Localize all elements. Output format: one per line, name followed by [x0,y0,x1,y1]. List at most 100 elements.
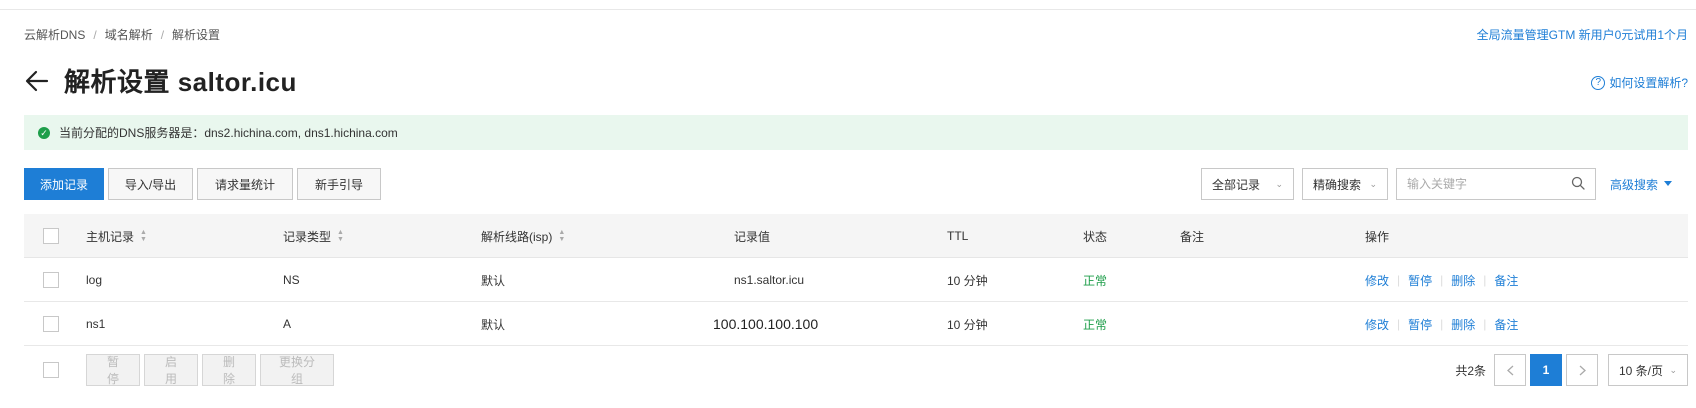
cell-value: ns1.saltor.icu [734,273,805,287]
cell-host: ns1 [86,317,106,331]
help-link-label: 如何设置解析? [1609,76,1688,90]
remark-link[interactable]: 备注 [1494,272,1518,289]
help-link[interactable]: ? 如何设置解析? [1591,74,1688,91]
breadcrumb-separator: / [160,27,165,42]
row-checkbox[interactable] [43,272,59,288]
bulk-delete-button[interactable]: 删 除 [202,354,256,386]
cell-host: log [86,273,103,287]
chevron-down-icon: ⌄ [1369,178,1377,189]
col-value: 记录值 [734,214,770,258]
col-line[interactable]: 解析线路(isp) ▲ ▼ [481,214,565,258]
select-all-cell [43,214,59,258]
advanced-search-label: 高级搜索 [1610,177,1659,192]
bulk-enable-button[interactable]: 启 用 [144,354,198,386]
cell-type: NS [283,273,300,287]
col-remark: 备注 [1180,214,1204,258]
chevron-left-icon [1506,365,1513,375]
page-size-value: 10 条/页 [1619,363,1664,378]
breadcrumb-separator: / [93,27,97,42]
gtm-promo-link[interactable]: 全局流量管理GTM 新用户0元试用1个月 [1477,26,1688,43]
bulk-actions: 暂 停 启 用 删 除 更换分组 [86,354,334,386]
select-all-footer-checkbox[interactable] [43,362,59,378]
add-record-button[interactable]: 添加记录 [24,168,104,200]
breadcrumb-item-dns[interactable]: 云解析DNS [24,26,85,43]
table-header: 主机记录 ▲ ▼ 记录类型 ▲ ▼ 解析线路(isp) ▲ ▼ 记录值 TTL 状态 备注 … [24,214,1688,258]
breadcrumb-item-domain[interactable]: 域名解析 [105,26,153,43]
select-all-checkbox[interactable] [43,228,59,244]
page-title: 解析设置 saltor.icu [64,67,297,97]
col-value-label: 记录值 [734,229,771,244]
divider: | [1483,273,1487,287]
pause-link[interactable]: 暂停 [1408,316,1432,333]
page-button-current[interactable]: 1 [1530,354,1562,386]
chevron-down-icon: ⌄ [1669,364,1677,375]
cell-line: 默认 [481,273,506,288]
col-ttl: TTL [947,214,968,258]
col-status: 状态 [1083,214,1107,258]
bulk-pause-button[interactable]: 暂 停 [86,354,140,386]
col-actions-label: 操作 [1365,229,1390,244]
cell-status: 正常 [1083,317,1108,332]
record-filter-select[interactable]: 全部记录 ⌄ [1201,168,1294,200]
breadcrumb-item-current: 解析设置 [172,28,221,42]
cell-ttl: 10 分钟 [947,317,988,332]
check-circle-icon: ✓ [38,126,50,139]
delete-link[interactable]: 删除 [1451,272,1475,289]
caret-down-icon [1664,181,1673,186]
edit-link[interactable]: 修改 [1365,272,1389,289]
back-arrow-icon[interactable] [24,68,50,94]
prev-page-button[interactable] [1494,354,1526,386]
dns-server-notice: ✓ 当前分配的DNS服务器是：dns2.hichina.com, dns1.hi… [24,115,1688,150]
row-checkbox[interactable] [43,316,59,332]
beginner-guide-button[interactable]: 新手引导 [297,168,381,200]
pause-link[interactable]: 暂停 [1408,272,1432,289]
search-input[interactable] [1407,177,1557,191]
pagination: 共2条 1 10 条/页 ⌄ [1455,354,1688,386]
cell-value: 100.100.100.100 [713,316,819,332]
row-actions: 修改 | 暂停 | 删除 | 备注 [1365,302,1518,346]
change-group-button[interactable]: 更换分组 [260,354,334,386]
chevron-right-icon [1579,365,1586,375]
row-select-cell [43,258,59,302]
breadcrumb: 云解析DNS / 域名解析 / 解析设置 [24,26,220,43]
sort-icon[interactable]: ▲ ▼ [140,229,147,243]
import-export-button[interactable]: 导入/导出 [108,168,193,200]
title-row: 解析设置 saltor.icu [24,62,297,99]
sort-icon[interactable]: ▲ ▼ [558,229,565,243]
next-page-button[interactable] [1566,354,1598,386]
total-count: 共2条 [1455,363,1486,378]
col-type[interactable]: 记录类型 ▲ ▼ [283,214,344,258]
record-filter-value: 全部记录 [1212,177,1261,192]
divider: | [1440,317,1444,331]
delete-link[interactable]: 删除 [1451,316,1475,333]
search-icon[interactable] [1571,176,1585,193]
top-divider [0,0,1696,10]
edit-link[interactable]: 修改 [1365,316,1389,333]
toolbar: 添加记录 导入/导出 请求量统计 新手引导 [24,168,381,200]
search-mode-value: 精确搜索 [1313,177,1362,192]
filters: 全部记录 ⌄ 精确搜索 ⌄ 高级搜索 [1201,168,1673,200]
notice-text: 当前分配的DNS服务器是：dns2.hichina.com, dns1.hich… [59,126,398,140]
sort-icon[interactable]: ▲ ▼ [337,229,344,243]
col-host-label: 主机记录 [86,229,135,244]
request-stats-button[interactable]: 请求量统计 [197,168,293,200]
table-footer: 暂 停 启 用 删 除 更换分组 共2条 1 10 条/页 ⌄ [24,354,1688,386]
page-size-select[interactable]: 10 条/页 ⌄ [1608,354,1688,386]
chevron-down-icon: ⌄ [1275,178,1283,189]
table-row: log NS 默认 ns1.saltor.icu 10 分钟 正常 修改 | 暂停… [24,258,1688,302]
divider: | [1440,273,1444,287]
col-actions: 操作 [1365,214,1389,258]
col-type-label: 记录类型 [283,229,332,244]
advanced-search-toggle[interactable]: 高级搜索 [1610,176,1673,193]
col-line-label: 解析线路(isp) [481,229,553,244]
row-select-cell [43,302,59,346]
cell-line: 默认 [481,317,506,332]
remark-link[interactable]: 备注 [1494,316,1518,333]
search-mode-select[interactable]: 精确搜索 ⌄ [1302,168,1388,200]
col-ttl-label: TTL [947,229,969,243]
col-host[interactable]: 主机记录 ▲ ▼ [86,214,147,258]
cell-ttl: 10 分钟 [947,273,988,288]
col-remark-label: 备注 [1180,229,1205,244]
records-table: 主机记录 ▲ ▼ 记录类型 ▲ ▼ 解析线路(isp) ▲ ▼ 记录值 TTL 状态 备注 … [24,214,1688,346]
question-circle-icon: ? [1591,75,1606,90]
